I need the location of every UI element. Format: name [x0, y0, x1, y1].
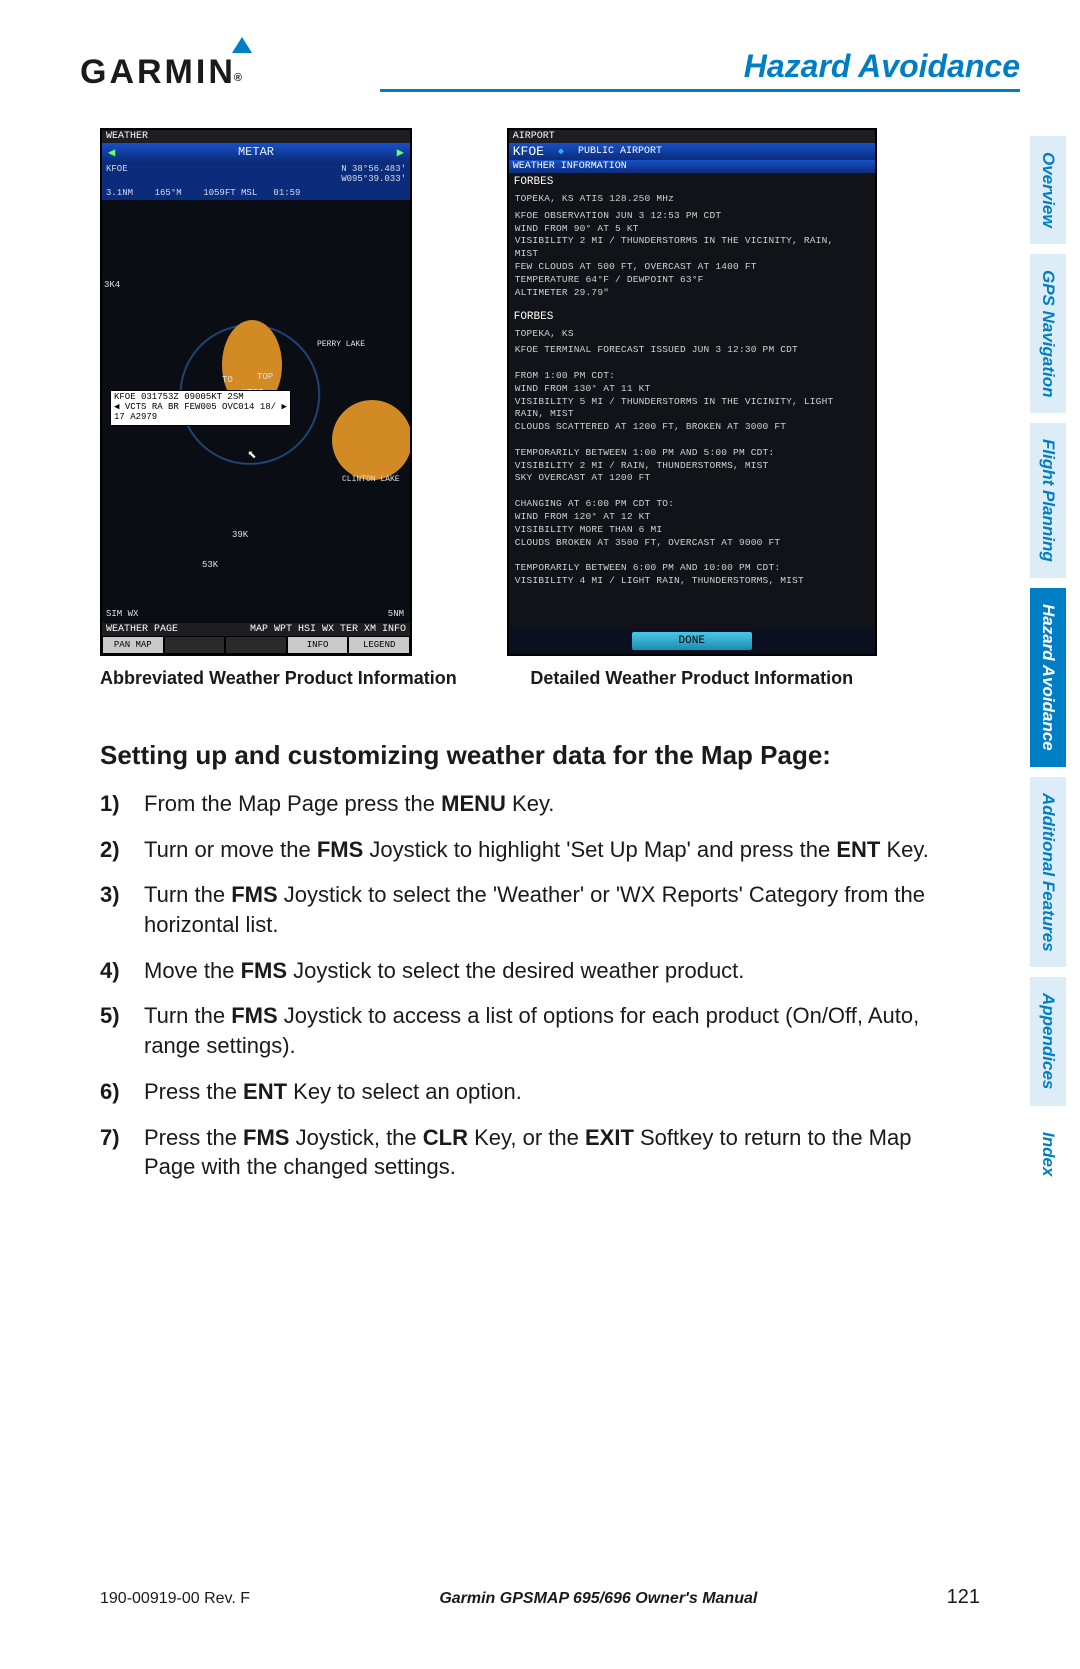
kfoe-row: KFOE N 38°56.483' W095°39.033': [102, 162, 410, 186]
side-tabs: Overview GPS Navigation Flight Planning …: [1030, 136, 1080, 1202]
forbes-h1: FORBES: [509, 173, 875, 191]
tab-index[interactable]: Index: [1030, 1116, 1066, 1192]
label-39k: 39K: [232, 530, 248, 540]
weather-bar: WEATHER: [102, 130, 410, 143]
tab-gps-navigation[interactable]: GPS Navigation: [1030, 254, 1066, 414]
step-number: 3): [100, 880, 144, 939]
lat: N 38°56.483': [341, 164, 406, 174]
figure-b-caption: Detailed Weather Product Information: [507, 668, 877, 689]
metar-right-arrow-icon: ▶: [397, 145, 404, 160]
step-number: 1): [100, 789, 144, 819]
step-list: 1)From the Map Page press the MENU Key.2…: [100, 789, 930, 1182]
label-to: TO: [222, 375, 233, 385]
airport-symbol-icon: ◆: [558, 146, 564, 158]
doc-title: Garmin GPSMAP 695/696 Owner's Manual: [439, 1590, 757, 1608]
label-clinton-lake: CLINTON LAKE: [342, 475, 400, 484]
softkey-blank: [225, 636, 287, 654]
done-button[interactable]: DONE: [632, 632, 752, 650]
map-scale: 5NM: [388, 609, 404, 619]
body-content: Setting up and customizing weather data …: [100, 740, 930, 1198]
wx-blob: [332, 400, 412, 480]
metar-text: KFOE OBSERVATION JUN 3 12:53 PM CDT WIND…: [509, 208, 875, 302]
softkey-legend[interactable]: LEGEND: [348, 636, 410, 654]
step-item: 3)Turn the FMS Joystick to select the 'W…: [100, 880, 930, 939]
step-text: From the Map Page press the MENU Key.: [144, 789, 554, 819]
registered-mark: ®: [234, 72, 245, 84]
softkey-blank: [164, 636, 226, 654]
metar-row: ◀ METAR ▶: [102, 143, 410, 162]
screen-weather-map: WEATHER ◀ METAR ▶ KFOE N 38°56.483' W095…: [100, 128, 412, 656]
step-number: 7): [100, 1123, 144, 1182]
screen-weather-info: AIRPORT KFOE ◆ PUBLIC AIRPORT WEATHER IN…: [507, 128, 877, 656]
metar-tag: KFOE 031753Z 09005KT 2SM ◀ VCTS RA BR FE…: [110, 390, 291, 426]
step-text: Turn the FMS Joystick to select the 'Wea…: [144, 880, 930, 939]
step-number: 5): [100, 1001, 144, 1060]
step-text: Move the FMS Joystick to select the desi…: [144, 956, 744, 986]
step-item: 7)Press the FMS Joystick, the CLR Key, o…: [100, 1123, 930, 1182]
wxinfo-bar: WEATHER INFORMATION: [509, 160, 875, 173]
step-number: 2): [100, 835, 144, 865]
lon: W095°39.033': [341, 174, 406, 184]
step-text: Turn or move the FMS Joystick to highlig…: [144, 835, 929, 865]
airport-bar: AIRPORT: [509, 130, 875, 143]
figure-abbrev-weather: WEATHER ◀ METAR ▶ KFOE N 38°56.483' W095…: [100, 128, 457, 689]
kfoe-id: KFOE: [106, 164, 128, 184]
doc-rev: 190-00919-00 Rev. F: [100, 1590, 250, 1608]
step-item: 6)Press the ENT Key to select an option.: [100, 1077, 930, 1107]
cursor-icon: ⬉: [247, 445, 257, 465]
kfoe-bar: KFOE ◆ PUBLIC AIRPORT: [509, 143, 875, 160]
sim-wx-label: SIM WX: [106, 609, 138, 619]
figure-row: WEATHER ◀ METAR ▶ KFOE N 38°56.483' W095…: [100, 128, 877, 689]
page-bar: WEATHER PAGE MAP WPT HSI WX TER XM INFO: [102, 623, 410, 636]
page-number: 121: [947, 1586, 980, 1609]
step-text: Turn the FMS Joystick to access a list o…: [144, 1001, 930, 1060]
garmin-logo: GARMIN®: [80, 53, 247, 92]
figure-detail-weather: AIRPORT KFOE ◆ PUBLIC AIRPORT WEATHER IN…: [507, 128, 877, 689]
step-item: 2)Turn or move the FMS Joystick to highl…: [100, 835, 930, 865]
step-item: 5)Turn the FMS Joystick to access a list…: [100, 1001, 930, 1060]
step-number: 4): [100, 956, 144, 986]
taf-text: KFOE TERMINAL FORECAST ISSUED JUN 3 12:3…: [509, 342, 875, 589]
tag-left-arrow-icon: ◀: [114, 402, 119, 412]
page-nav-label: MAP WPT HSI WX TER XM INFO: [250, 624, 406, 635]
forbes-h2: FORBES: [509, 308, 875, 326]
label-3k4: 3K4: [104, 280, 120, 290]
weather-page-label: WEATHER PAGE: [106, 624, 178, 635]
tab-appendices[interactable]: Appendices: [1030, 977, 1066, 1105]
tag-l3: 17 A2979: [114, 413, 287, 423]
setup-heading: Setting up and customizing weather data …: [100, 740, 930, 771]
garmin-logo-triangle-icon: [232, 37, 252, 53]
step-item: 1)From the Map Page press the MENU Key.: [100, 789, 930, 819]
metar-left-arrow-icon: ◀: [108, 145, 115, 160]
step-number: 6): [100, 1077, 144, 1107]
forbes-s1: TOPEKA, KS ATIS 128.250 MHz: [509, 191, 875, 208]
tab-additional-features[interactable]: Additional Features: [1030, 777, 1066, 968]
tag-right-arrow-icon: ▶: [281, 402, 286, 412]
tab-overview[interactable]: Overview: [1030, 136, 1066, 244]
airport-type: PUBLIC AIRPORT: [578, 146, 662, 157]
step-item: 4)Move the FMS Joystick to select the de…: [100, 956, 930, 986]
tab-hazard-avoidance[interactable]: Hazard Avoidance: [1030, 588, 1066, 767]
softkey-row: PAN MAP INFO LEGEND: [102, 636, 410, 654]
label-perry-lake: PERRY LAKE: [317, 340, 365, 349]
label-53k: 53K: [202, 560, 218, 570]
tag-l2: VCTS RA BR FEW005 OVC014 18/: [125, 402, 276, 412]
forbes-s2: TOPEKA, KS: [509, 326, 875, 343]
metar-label: METAR: [238, 145, 274, 160]
softkey-panmap[interactable]: PAN MAP: [102, 636, 164, 654]
weather-bar-label: WEATHER: [106, 131, 148, 142]
page-footer: 190-00919-00 Rev. F Garmin GPSMAP 695/69…: [100, 1586, 990, 1609]
section-title: Hazard Avoidance: [380, 48, 1020, 92]
step-text: Press the ENT Key to select an option.: [144, 1077, 522, 1107]
softkey-info[interactable]: INFO: [287, 636, 349, 654]
map-area: PERRY LAKE CLINTON LAKE TOP TO KTOP 3K4 …: [102, 200, 410, 623]
figure-a-caption: Abbreviated Weather Product Information: [100, 668, 457, 689]
label-top: TOP: [257, 372, 273, 382]
nav-row: 3.1NM 165°M 1059FT MSL 01:59: [102, 186, 410, 200]
step-text: Press the FMS Joystick, the CLR Key, or …: [144, 1123, 930, 1182]
airport-id: KFOE: [513, 144, 544, 159]
tab-flight-planning[interactable]: Flight Planning: [1030, 423, 1066, 578]
logo-text: GARMIN: [80, 53, 236, 91]
